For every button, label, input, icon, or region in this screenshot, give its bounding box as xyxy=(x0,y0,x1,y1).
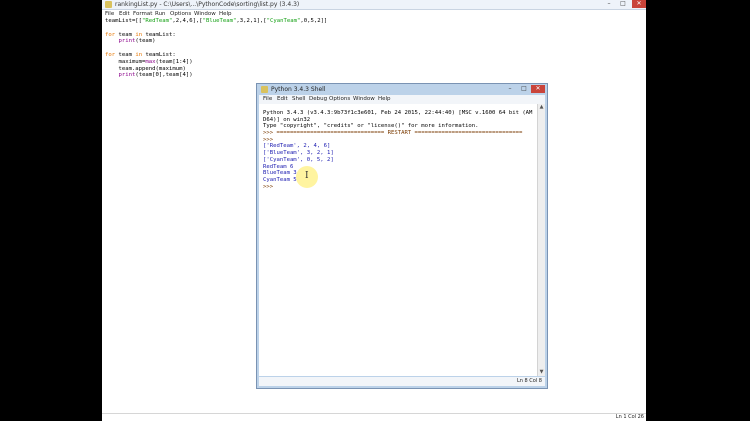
code-line-token: teamList=[[ xyxy=(105,18,143,24)
code-line-token: (team[0],team[4]) xyxy=(135,72,193,79)
shell-line: ['RedTeam', 2, 4, 6] xyxy=(263,143,532,150)
shell-line-token: >>> ================================ RES… xyxy=(263,130,523,137)
shell-line: D64)] on win32 xyxy=(263,117,532,124)
shell-scrollbar[interactable]: ▲ ▼ xyxy=(537,104,545,376)
shell-minimize-button[interactable]: – xyxy=(503,85,517,93)
shell-close-button[interactable]: ✕ xyxy=(531,85,545,93)
shell-line-token: Python 3.4.3 (v3.4.3:9b73f1c3e601, Feb 2… xyxy=(263,110,533,116)
code-line-token: teamList: xyxy=(142,31,176,38)
shell-line: >>> ================================ RES… xyxy=(263,130,532,137)
code-line-token: for xyxy=(105,51,116,58)
shell-line-token: RedTeam 6 xyxy=(263,163,294,170)
code-line-token: (team) xyxy=(135,38,156,45)
scroll-up-arrow-icon[interactable]: ▲ xyxy=(538,104,545,111)
shell-line-token: CyanTeam 5 xyxy=(263,176,297,183)
code-line-token: max xyxy=(145,58,156,65)
menu-file[interactable]: File xyxy=(105,10,114,18)
code-line-token: "CyanTeam" xyxy=(266,18,301,24)
shell-menu-bar: File Edit Shell Debug Options Window Hel… xyxy=(259,95,545,104)
code-line-token: maximum= xyxy=(105,58,146,65)
shell-line-token: ['RedTeam', 2, 4, 6] xyxy=(263,143,331,150)
text-cursor-icon: I xyxy=(305,171,309,181)
shell-title-bar[interactable]: Python 3.4.3 Shell – □ ✕ xyxy=(257,84,547,95)
idle-shell-icon xyxy=(261,86,268,93)
shell-menu-edit[interactable]: Edit xyxy=(277,95,288,104)
editor-title: rankingList.py - C:\Users\...\PythonCode… xyxy=(115,1,300,8)
code-line: for team in teamList: xyxy=(105,52,505,59)
code-line: for team in teamList: xyxy=(105,32,505,39)
code-line-token: team xyxy=(115,51,136,58)
code-line-token: teamList: xyxy=(142,51,176,58)
minimize-button[interactable]: – xyxy=(602,0,616,8)
code-line-token: ,0,5,2]] xyxy=(300,18,328,24)
menu-help[interactable]: Help xyxy=(219,10,232,18)
code-line-token: "BlueTeam" xyxy=(202,18,237,24)
code-line: print(team) xyxy=(105,38,505,45)
shell-status-bar: Ln 8 Col 8 xyxy=(259,377,545,386)
shell-maximize-button[interactable]: □ xyxy=(517,85,531,93)
editor-code-area[interactable]: teamList=[["RedTeam",2,4,6],["BlueTeam",… xyxy=(105,18,505,79)
code-line-token: print xyxy=(118,72,136,79)
shell-output-area[interactable]: Python 3.4.3 (v3.4.3:9b73f1c3e601, Feb 2… xyxy=(259,104,538,376)
shell-line: ['CyanTeam', 0, 5, 2] xyxy=(263,157,532,164)
shell-window[interactable]: Python 3.4.3 Shell – □ ✕ File Edit Shell… xyxy=(256,83,548,389)
code-line: team.append(maximum) xyxy=(105,66,505,73)
shell-cursor-position: Ln 8 Col 8 xyxy=(516,378,542,384)
menu-format[interactable]: Format xyxy=(133,10,152,18)
code-line: teamList=[["RedTeam",2,4,6],["BlueTeam",… xyxy=(105,18,505,25)
menu-window[interactable]: Window xyxy=(194,10,216,18)
code-line-token: for xyxy=(105,31,116,38)
shell-menu-debug[interactable]: Debug xyxy=(309,95,327,104)
close-button[interactable]: ✕ xyxy=(632,0,646,8)
code-line-token: print xyxy=(118,38,136,45)
maximize-button[interactable]: □ xyxy=(616,0,630,8)
code-line-token xyxy=(105,38,118,44)
code-line-token xyxy=(105,72,118,78)
shell-line: Python 3.4.3 (v3.4.3:9b73f1c3e601, Feb 2… xyxy=(263,110,532,117)
scroll-down-arrow-icon[interactable]: ▼ xyxy=(538,369,545,376)
shell-line-token: >>> xyxy=(263,136,274,143)
shell-title: Python 3.4.3 Shell xyxy=(271,86,326,93)
code-line: maximum=max(team[1:4]) xyxy=(105,59,505,66)
code-line-token: (team[1:4]) xyxy=(155,58,193,65)
menu-options[interactable]: Options xyxy=(170,10,191,18)
idle-file-icon xyxy=(105,1,112,8)
shell-line: >>> xyxy=(263,137,532,144)
code-line-token: ,2,4,6],[ xyxy=(172,18,203,24)
shell-menu-help[interactable]: Help xyxy=(378,95,391,104)
shell-line-token: >>> xyxy=(263,183,277,190)
shell-line-token: Type "copyright", "credits" or "license(… xyxy=(263,123,479,130)
shell-menu-shell[interactable]: Shell xyxy=(292,95,305,104)
editor-title-bar[interactable]: rankingList.py - C:\Users\...\PythonCode… xyxy=(102,0,646,10)
code-line-token: ,3,2,1],[ xyxy=(236,18,267,24)
code-line-token: team.append(maximum) xyxy=(105,65,186,72)
menu-edit[interactable]: Edit xyxy=(119,10,130,18)
shell-line: ['BlueTeam', 3, 2, 1] xyxy=(263,150,532,157)
shell-line: Type "copyright", "credits" or "license(… xyxy=(263,123,532,130)
shell-line-token: BlueTeam 3 xyxy=(263,170,297,177)
code-line-token: team xyxy=(115,31,136,38)
shell-line-token: ['CyanTeam', 0, 5, 2] xyxy=(263,156,334,163)
menu-run[interactable]: Run xyxy=(155,10,166,18)
shell-line-token: D64)] on win32 xyxy=(263,116,311,123)
shell-menu-options[interactable]: Options xyxy=(329,95,350,104)
editor-menu-bar: File Edit Format Run Options Window Help xyxy=(102,10,646,18)
shell-line-token: ['BlueTeam', 3, 2, 1] xyxy=(263,150,334,157)
editor-cursor-position: Ln 1 Col 26 xyxy=(615,414,644,420)
shell-menu-file[interactable]: File xyxy=(263,95,272,104)
shell-menu-window[interactable]: Window xyxy=(353,95,375,104)
code-line: print(team[0],team[4]) xyxy=(105,72,505,79)
code-line-token: "RedTeam" xyxy=(142,18,173,24)
editor-status-bar: Ln 1 Col 26 xyxy=(102,413,646,421)
